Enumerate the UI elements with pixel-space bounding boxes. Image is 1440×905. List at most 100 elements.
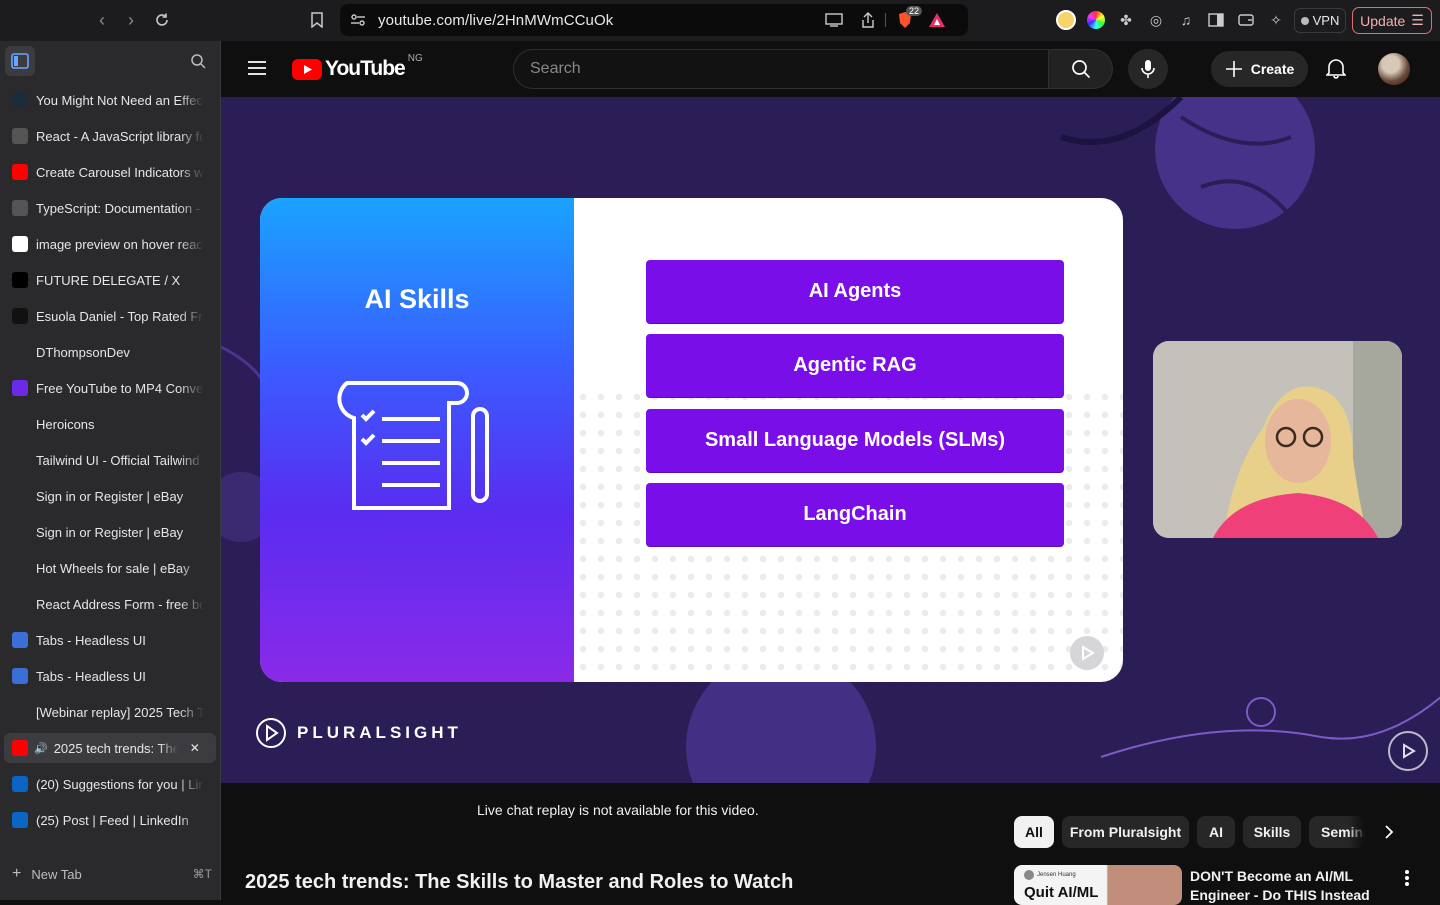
- search-button[interactable]: [1049, 49, 1113, 89]
- sidebar-tab[interactable]: image preview on hover react: [4, 229, 216, 259]
- ai-sparkle-icon[interactable]: ✧: [1266, 10, 1286, 30]
- back-icon[interactable]: ‹: [91, 9, 113, 31]
- music-icon[interactable]: ♫: [1176, 10, 1196, 30]
- vpn-status-icon: [1300, 16, 1309, 25]
- extensions-icon[interactable]: ✤: [1116, 10, 1136, 30]
- globe-icon: [12, 200, 28, 216]
- account-avatar[interactable]: [1378, 53, 1410, 85]
- video-player[interactable]: AI Skills AI Agents Agentic RAG Small La…: [221, 97, 1440, 783]
- youtube-icon: [12, 164, 28, 180]
- site-settings-icon[interactable]: [350, 13, 366, 32]
- sidebar-tab[interactable]: TypeScript: Documentation -: [4, 193, 216, 223]
- sidebar-tab[interactable]: Esuola Daniel - Top Rated Fra: [4, 301, 216, 331]
- sidebar-tab-label: Create Carousel Indicators wi: [36, 164, 204, 180]
- voice-search-button[interactable]: [1128, 49, 1168, 89]
- sidebar-tab[interactable]: You Might Not Need an Effect: [4, 85, 216, 115]
- notifications-bell-icon[interactable]: [1325, 57, 1347, 84]
- skill-item: Agentic RAG: [646, 334, 1064, 397]
- brave-rewards-icon[interactable]: [928, 11, 946, 34]
- update-button[interactable]: Update ☰: [1352, 7, 1432, 34]
- presentation-slide: AI Skills AI Agents Agentic RAG Small La…: [260, 198, 1123, 682]
- watch-page-below: Live chat replay is not available for th…: [221, 783, 1440, 905]
- sidebar-panel-icon[interactable]: [5, 46, 35, 76]
- chip-ai[interactable]: AI: [1197, 816, 1235, 848]
- close-tab-icon[interactable]: ✕: [190, 741, 200, 755]
- sidebar-tab[interactable]: (20) Suggestions for you | Lin: [4, 769, 216, 799]
- pluralsight-mark-icon: [1070, 636, 1104, 670]
- sidebar-tab[interactable]: Tailwind UI - Official Tailwind: [4, 445, 216, 475]
- search-input[interactable]: [514, 50, 1048, 88]
- sidebar-tab[interactable]: React - A JavaScript library fo: [4, 121, 216, 151]
- vpn-button[interactable]: VPN: [1294, 8, 1346, 33]
- dt-icon: [12, 344, 28, 360]
- ebay-icon: [12, 560, 28, 576]
- recommendation-title[interactable]: DON'T Become an AI/ML Engineer - Do THIS…: [1190, 867, 1380, 905]
- shield-count-badge: 22: [906, 6, 923, 16]
- sidebar-tab[interactable]: [Webinar replay] 2025 Tech T: [4, 697, 216, 727]
- new-tab-shortcut: ⌘T: [192, 867, 212, 881]
- sidebar-tab[interactable]: (25) Post | Feed | LinkedIn: [4, 805, 216, 835]
- youtube-icon: [12, 740, 28, 756]
- sidebar-tab-label: Tabs - Headless UI: [36, 632, 146, 648]
- forward-icon[interactable]: ›: [120, 9, 142, 31]
- leo-icon[interactable]: ◎: [1146, 10, 1166, 30]
- audio-playing-icon[interactable]: 🔊: [34, 742, 48, 755]
- reload-icon[interactable]: [151, 9, 173, 31]
- bookmark-icon[interactable]: [306, 9, 328, 31]
- sidebar-tab[interactable]: Sign in or Register | eBay: [4, 481, 216, 511]
- sidebar-tab[interactable]: Create Carousel Indicators wi: [4, 157, 216, 187]
- youtube-logo[interactable]: YouTube NG: [292, 53, 423, 81]
- update-label: Update: [1360, 12, 1406, 29]
- chip-all[interactable]: All: [1014, 816, 1054, 848]
- sidebar-tab-label: 2025 tech trends: The Skills t: [53, 740, 178, 756]
- sidebar-tab[interactable]: Heroicons: [4, 409, 216, 439]
- sidebar-toggle-icon[interactable]: [1206, 10, 1226, 30]
- sidebar-tab-label: You Might Not Need an Effect: [36, 92, 204, 108]
- checklist-notepad-icon: [337, 381, 489, 510]
- chip-from-pluralsight[interactable]: From Pluralsight: [1062, 816, 1189, 848]
- youtube-play-icon: [292, 58, 322, 80]
- sidebar-tab[interactable]: FUTURE DELEGATE / X: [4, 265, 216, 295]
- sidebar-tab[interactable]: Free YouTube to MP4 Convert: [4, 373, 216, 403]
- chip-seminars[interactable]: Semina: [1309, 816, 1365, 848]
- sidebar-tab-label: Sign in or Register | eBay: [36, 488, 184, 504]
- share-icon[interactable]: [861, 12, 875, 33]
- chips-next-chevron-icon[interactable]: [1383, 823, 1395, 846]
- more-options-icon[interactable]: [1404, 869, 1410, 892]
- heroicons-icon: [12, 416, 28, 432]
- address-bar[interactable]: youtube.com/live/2HnMWmCCuOk 22: [340, 4, 968, 36]
- sidebar-tab[interactable]: Hot Wheels for sale | eBay: [4, 553, 216, 583]
- video-title: 2025 tech trends: The Skills to Master a…: [245, 871, 794, 893]
- url-text: youtube.com/live/2HnMWmCCuOk: [378, 12, 614, 29]
- sidebar-tab[interactable]: Tabs - Headless UI: [4, 661, 216, 691]
- chip-skills[interactable]: Skills: [1243, 816, 1301, 848]
- recommendation-thumbnail[interactable]: Jensen Huang Quit AI/ML: [1014, 865, 1182, 905]
- presenter-webcam: [1153, 341, 1402, 538]
- sidebar-tab-label: Tabs - Headless UI: [36, 668, 146, 684]
- new-tab-button[interactable]: + New Tab ⌘T: [12, 865, 212, 883]
- sidebar-tab-label: Sign in or Register | eBay: [36, 524, 184, 540]
- extension-yellow-icon[interactable]: [1056, 10, 1076, 30]
- slide-title: AI Skills: [364, 284, 470, 314]
- country-code: NG: [407, 53, 423, 64]
- sidebar-tab[interactable]: DThompsonDev: [4, 337, 216, 367]
- create-button[interactable]: Create: [1211, 51, 1308, 87]
- sidebar-tab[interactable]: Tabs - Headless UI: [4, 625, 216, 655]
- sidebar-tab[interactable]: 🔊 2025 tech trends: The Skills t ✕: [4, 733, 216, 763]
- brand-text: PLURALSIGHT: [297, 723, 462, 742]
- thumbnail-author-name: Jensen Huang: [1037, 872, 1076, 878]
- sidebar-tab[interactable]: React Address Form - free bo: [4, 589, 216, 619]
- sidebar-tab-label: image preview on hover react: [36, 236, 204, 252]
- channel-watermark-icon[interactable]: [1388, 731, 1428, 771]
- cast-icon[interactable]: [825, 13, 843, 32]
- wallet-icon[interactable]: [1236, 10, 1256, 30]
- pluralsight-logo-icon: [256, 718, 286, 748]
- plus-icon: [1225, 61, 1242, 77]
- presenter-figure: [1153, 341, 1402, 538]
- sidebar-tab-label: DThompsonDev: [36, 344, 130, 360]
- sidebar-tab[interactable]: Sign in or Register | eBay: [4, 517, 216, 547]
- color-picker-icon[interactable]: [1086, 10, 1106, 30]
- youtube-header: YouTube NG Create: [221, 41, 1440, 97]
- hamburger-menu-icon[interactable]: [247, 60, 267, 81]
- tab-search-icon[interactable]: [190, 53, 206, 74]
